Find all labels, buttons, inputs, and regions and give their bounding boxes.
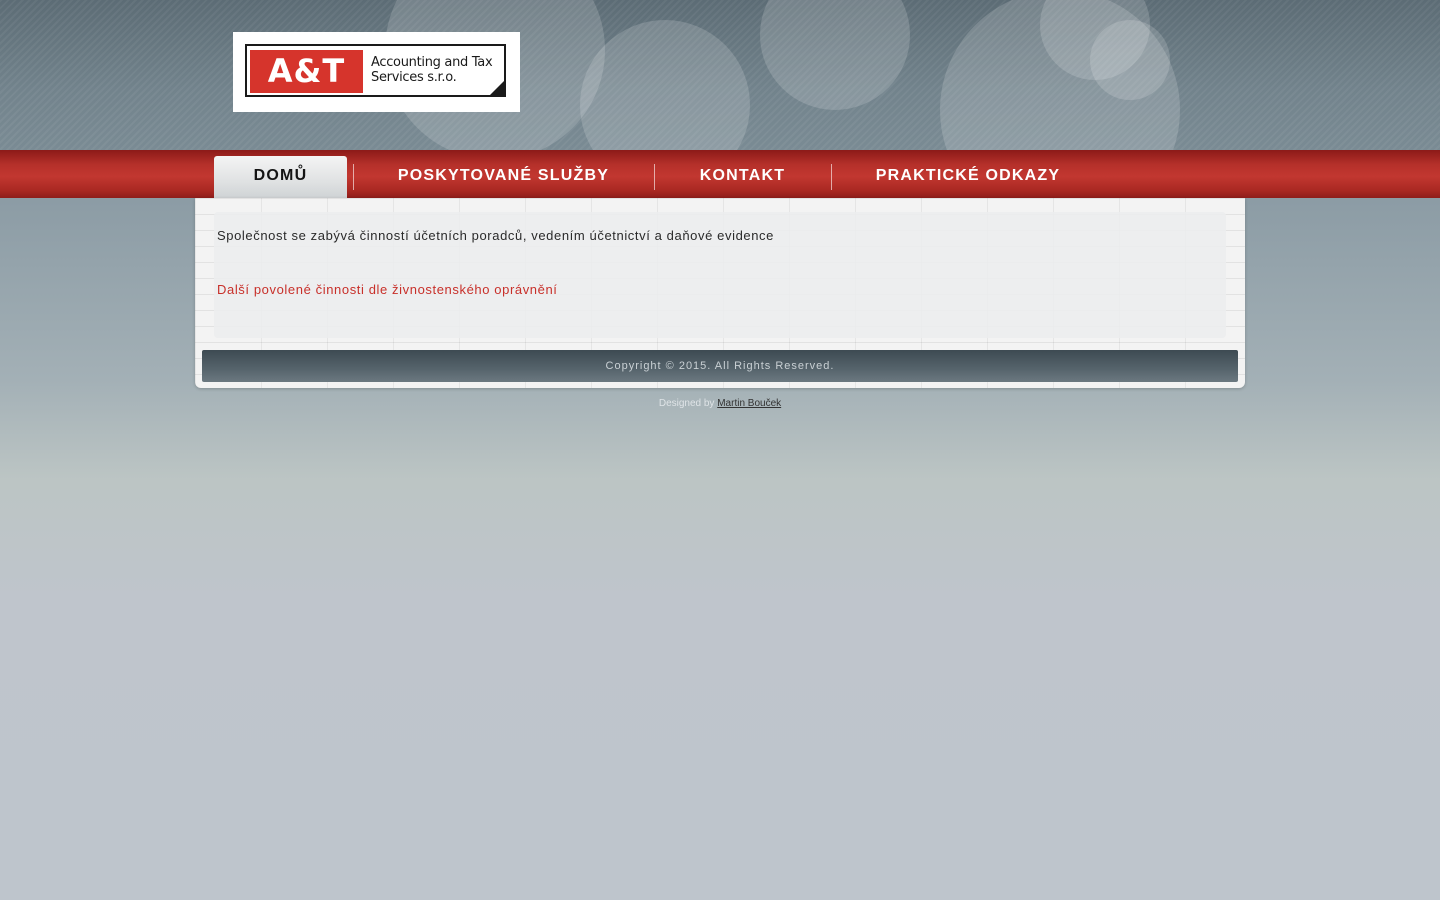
nav-item-label: DOMŮ bbox=[253, 167, 308, 184]
main-navigation: DOMŮ POSKYTOVANÉ SLUŽBY KONTAKT PRAKTICK… bbox=[0, 150, 1440, 198]
content-panel: Společnost se zabývá činností účetních p… bbox=[195, 198, 1245, 388]
footer-bar: Copyright © 2015. All Rights Reserved. bbox=[202, 350, 1238, 382]
other-activities-link[interactable]: Další povolené činnosti dle živnostenské… bbox=[217, 282, 558, 297]
nav-item-sluzby[interactable]: POSKYTOVANÉ SLUŽBY bbox=[368, 156, 639, 198]
logo-corner-triangle bbox=[490, 81, 504, 95]
company-logo[interactable]: A&T Accounting and Tax Services s.r.o. bbox=[233, 32, 520, 112]
header-banner: A&T Accounting and Tax Services s.r.o. bbox=[0, 0, 1440, 150]
nav-item-domu[interactable]: DOMŮ bbox=[214, 156, 347, 198]
designer-credits: Designed by Martin Bouček bbox=[0, 398, 1440, 409]
logo-mark: A&T bbox=[250, 50, 363, 93]
nav-item-label: POSKYTOVANÉ SLUŽBY bbox=[397, 167, 610, 184]
intro-text: Společnost se zabývá činností účetních p… bbox=[217, 228, 774, 243]
nav-separator bbox=[654, 164, 655, 190]
nav-separator bbox=[831, 164, 832, 190]
designer-link[interactable]: Martin Bouček bbox=[717, 398, 781, 409]
copyright-text: Copyright © 2015. All Rights Reserved. bbox=[605, 360, 835, 372]
nav-item-odkazy[interactable]: PRAKTICKÉ ODKAZY bbox=[846, 156, 1090, 198]
nav-item-kontakt[interactable]: KONTAKT bbox=[670, 156, 815, 198]
logo-frame: A&T Accounting and Tax Services s.r.o. bbox=[245, 44, 506, 97]
nav-item-label: PRAKTICKÉ ODKAZY bbox=[875, 167, 1061, 184]
nav-item-label: KONTAKT bbox=[699, 167, 786, 184]
logo-text-line2: Services s.r.o. bbox=[371, 70, 457, 85]
nav-separator bbox=[353, 164, 354, 190]
stripe-texture bbox=[0, 0, 1440, 150]
content-box: Společnost se zabývá činností účetních p… bbox=[214, 212, 1226, 338]
logo-text: Accounting and Tax Services s.r.o. bbox=[371, 55, 501, 85]
credits-prefix: Designed by bbox=[658, 398, 715, 409]
logo-text-line1: Accounting and Tax bbox=[371, 55, 493, 70]
